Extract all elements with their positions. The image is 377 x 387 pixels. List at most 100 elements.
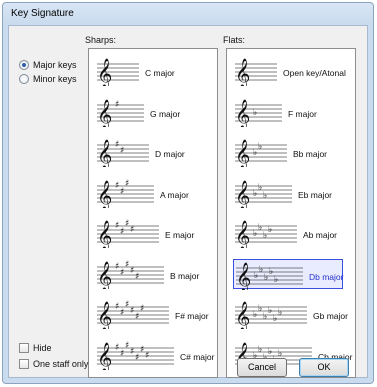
key-label: E major (165, 230, 195, 240)
flat-sign: ♭ (268, 225, 272, 235)
staff-icon: 𝄞 ♯♯♯♯♯♯ (97, 300, 169, 329)
staff-icon: 𝄞 ♭♭♭♭ (235, 220, 297, 248)
sharp-sign: ♯ (125, 219, 129, 229)
treble-clef-icon: 𝄞 (235, 139, 250, 167)
sharp-sign: ♯ (135, 312, 139, 322)
treble-clef-icon: 𝄞 (97, 342, 112, 370)
flat-sign: ♭ (253, 189, 257, 199)
sharp-sign: ♯ (130, 266, 134, 276)
flats-key-item[interactable]: 𝄞 Open key/Atonal (233, 56, 346, 86)
sharp-sign: ♯ (115, 221, 119, 231)
treble-clef-icon: 𝄞 (235, 220, 250, 248)
sharp-sign: ♯ (120, 187, 124, 197)
flat-sign: ♭ (258, 142, 262, 152)
one-staff-only-checkbox[interactable]: One staff only (19, 359, 88, 369)
hide-checkbox[interactable]: Hide (19, 343, 52, 353)
major-keys-radio-button[interactable] (19, 60, 29, 70)
key-label: Db major (309, 271, 344, 282)
staff-icon: 𝄞 (97, 58, 139, 86)
staff-icon: 𝄞 ♭♭♭♭♭♭ (235, 301, 307, 329)
sharps-key-item[interactable]: 𝄞 ♯ ♯ ♯ A major (95, 178, 205, 208)
staff-icon: 𝄞 ♭ (235, 99, 282, 127)
flats-key-item[interactable]: 𝄞 ♭ ♭ ♭ ♭ Ab major (233, 218, 343, 248)
flats-label: Flats: (223, 35, 246, 45)
staff-icon: 𝄞 ♭♭♭ (235, 180, 292, 208)
key-label: Eb major (298, 189, 333, 200)
staff-icon: 𝄞 ♯♯ (97, 139, 149, 167)
flat-sign: ♭ (268, 347, 272, 357)
flat-sign: ♭ (263, 312, 267, 322)
staff-icon: 𝄞 ♯♯♯ (97, 179, 154, 208)
key-label: Bb major (293, 149, 328, 159)
flat-sign: ♭ (258, 304, 262, 314)
sharps-key-item[interactable]: 𝄞 ♯ ♯ ♯ ♯ ♯ B major (95, 259, 205, 289)
flat-sign: ♭ (253, 108, 257, 118)
key-label: F major (288, 108, 317, 119)
dialog-body: Major keys Minor keys Sharps: 𝄞 C major 𝄞 ♯… (8, 25, 368, 378)
sharp-sign: ♯ (140, 345, 144, 355)
sharp-sign: ♯ (120, 227, 124, 237)
ok-button[interactable]: OK (299, 358, 349, 377)
sharp-sign: ♯ (115, 140, 119, 150)
minor-keys-radio-button[interactable] (19, 74, 29, 84)
key-label: C major (145, 68, 175, 78)
sharps-key-item[interactable]: 𝄞 C major (95, 56, 205, 86)
sharps-label: Sharps: (85, 35, 117, 45)
flat-sign: ♭ (253, 229, 257, 239)
flat-sign: ♭ (263, 191, 267, 201)
flat-sign: ♭ (253, 310, 257, 320)
treble-clef-icon: 𝄞 (97, 58, 112, 86)
treble-clef-icon: 𝄞 (97, 220, 112, 248)
sharp-sign: ♯ (120, 349, 124, 359)
staff-icon: 𝄞 ♭♭♭♭♭ (236, 262, 303, 290)
sharp-sign: ♯ (145, 351, 149, 361)
flat-sign: ♭ (264, 273, 268, 283)
sharp-sign: ♯ (125, 260, 129, 270)
staff-icon: 𝄞 ♯♯♯♯♯♯♯ (97, 341, 174, 370)
hide-checkbox-box[interactable] (19, 343, 29, 353)
flats-key-item[interactable]: 𝄞 ♭ ♭ ♭ Eb major (233, 178, 343, 208)
sharp-sign: ♯ (130, 225, 134, 235)
flats-key-item[interactable]: 𝄞 ♭ ♭ Bb major (233, 137, 343, 167)
flat-sign: ♭ (273, 314, 277, 324)
flat-sign: ♭ (278, 308, 282, 318)
flats-key-list[interactable]: 𝄞 Open key/Atonal 𝄞 ♭ F major 𝄞 ♭ ♭ Bb major 𝄞 ♭ ♭ ♭… (226, 48, 356, 378)
flats-key-item[interactable]: 𝄞 ♭ ♭ ♭ ♭ ♭ ♭ Gb major (233, 299, 348, 329)
sharps-key-item[interactable]: 𝄞 ♯ ♯ ♯ ♯ ♯ ♯ F# major (95, 299, 209, 329)
flat-sign: ♭ (269, 267, 273, 277)
major-keys-radio[interactable]: Major keys (19, 60, 77, 70)
cancel-button[interactable]: Cancel (237, 358, 287, 377)
sharp-sign: ♯ (125, 179, 129, 189)
flats-key-item[interactable]: 𝄞 ♭ F major (233, 97, 343, 127)
key-signature-dialog: Key Signature Major keys Minor keys Shar… (2, 2, 374, 384)
treble-clef-icon: 𝄞 (97, 261, 112, 289)
key-label: D major (155, 149, 185, 159)
sharps-key-item[interactable]: 𝄞 ♯ ♯ ♯ ♯ ♯ ♯ ♯ C# major (95, 340, 214, 370)
major-keys-label: Major keys (33, 60, 77, 70)
treble-clef-icon: 𝄞 (97, 180, 112, 208)
flat-sign: ♭ (258, 183, 262, 193)
sharp-sign: ♯ (135, 272, 139, 282)
key-label: G major (150, 108, 181, 119)
staff-icon: 𝄞 ♭♭ (235, 139, 287, 167)
sharp-sign: ♯ (115, 262, 119, 272)
treble-clef-icon: 𝄞 (236, 262, 251, 290)
sharps-key-list[interactable]: 𝄞 C major 𝄞 ♯ G major 𝄞 ♯ ♯ D major 𝄞 ♯ ♯ ♯ A major 𝄞 ♯… (88, 48, 218, 378)
one-staff-only-label: One staff only (33, 359, 89, 369)
sharp-sign: ♯ (125, 300, 129, 310)
key-label: C# major (180, 351, 215, 362)
treble-clef-icon: 𝄞 (97, 99, 112, 127)
dialog-title: Key Signature (11, 8, 74, 19)
minor-keys-radio[interactable]: Minor keys (19, 74, 77, 84)
sharps-key-item[interactable]: 𝄞 ♯ ♯ ♯ ♯ E major (95, 218, 205, 248)
one-staff-only-checkbox-box[interactable] (19, 359, 29, 369)
minor-keys-label: Minor keys (33, 74, 77, 84)
flats-key-item[interactable]: 𝄞 ♭ ♭ ♭ ♭ ♭ Db major (233, 258, 344, 290)
sharps-key-item[interactable]: 𝄞 ♯ ♯ D major (95, 137, 205, 167)
sharps-key-item[interactable]: 𝄞 ♯ G major (95, 97, 205, 127)
sharp-sign: ♯ (125, 341, 129, 351)
staff-icon: 𝄞 (235, 58, 277, 86)
key-label: Open key/Atonal (283, 68, 346, 78)
key-label: F# major (175, 311, 209, 321)
flat-sign: ♭ (253, 148, 257, 158)
